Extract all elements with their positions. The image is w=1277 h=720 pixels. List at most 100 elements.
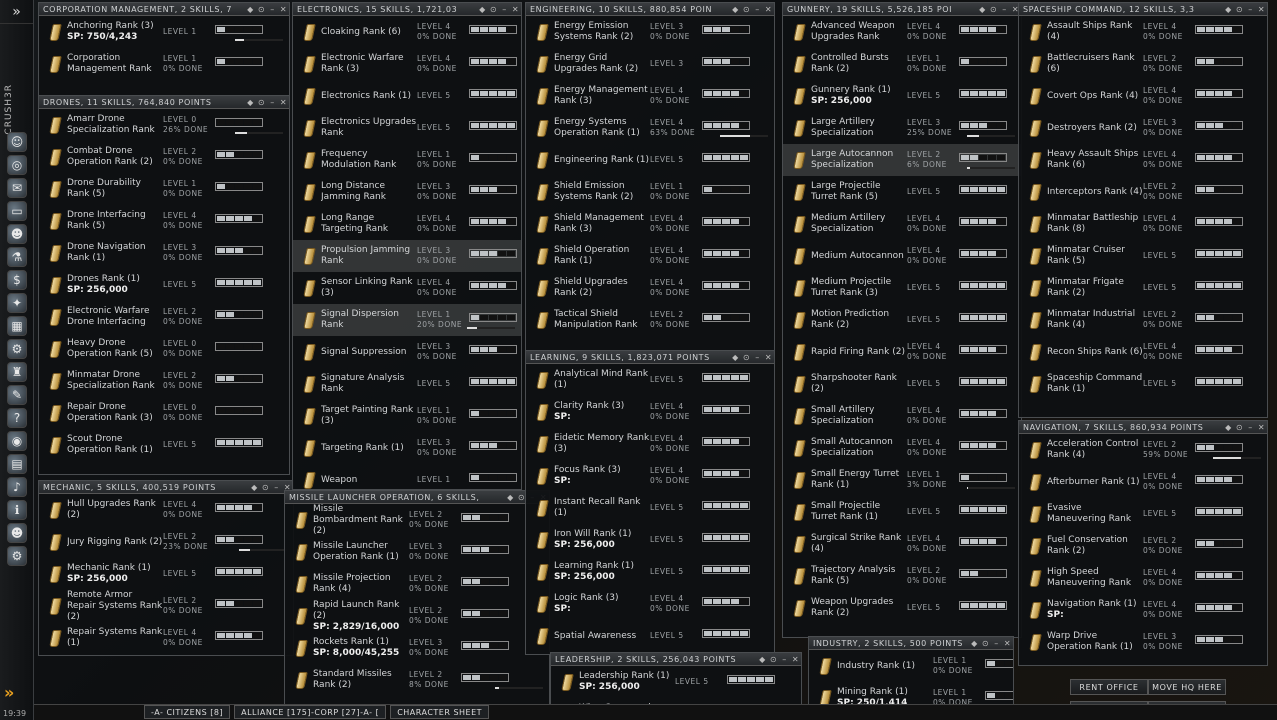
close-icon[interactable]: ✕ [278, 4, 289, 15]
skill-row[interactable]: Logic Rank (3) SP: LEVEL 4 0% DONE [526, 588, 774, 620]
skill-row[interactable]: Afterburner Rank (1) LEVEL 4 0% DONE [1019, 466, 1267, 498]
window-header[interactable]: NAVIGATION, 7 SKILLS, 860,934 POINTS ◆ ⊙ – ✕ [1019, 421, 1267, 434]
skill-row[interactable]: Weapon Upgrades Rank (2) LEVEL 5 [783, 592, 1021, 624]
skill-row[interactable]: Controlled Bursts Rank (2) LEVEL 1 0% DONE [783, 48, 1021, 80]
options-icon[interactable]: ⊙ [488, 4, 499, 15]
skill-row[interactable]: Repair Drone Operation Rank (3) LEVEL 0 0%… [39, 397, 289, 429]
options-icon[interactable]: ⊙ [256, 4, 267, 15]
window-header[interactable]: SPACESHIP COMMAND, 12 SKILLS, 3,3 ◆ ⊙ – ✕ [1019, 3, 1267, 16]
window-header[interactable]: CORPORATION MANAGEMENT, 2 SKILLS, 7 ◆ ⊙ – ✕ [39, 3, 289, 16]
skill-row[interactable]: Combat Drone Operation Rank (2) LEVEL 2 0%… [39, 141, 289, 173]
skill-row[interactable]: Drone Interfacing Rank (5) LEVEL 4 0% DONE [39, 205, 289, 237]
info-icon[interactable]: ℹ [7, 500, 27, 520]
skill-row[interactable]: Minmatar Cruiser Rank (5) LEVEL 5 [1019, 240, 1267, 272]
skill-row[interactable]: Rapid Firing Rank (2) LEVEL 4 0% DONE [783, 336, 1021, 368]
help-icon[interactable]: ? [7, 408, 27, 428]
pin-icon[interactable]: ◆ [969, 638, 980, 649]
music-icon[interactable]: ♪ [7, 477, 27, 497]
skill-row[interactable]: Cloaking Rank (6) LEVEL 4 0% DONE [293, 16, 521, 48]
pin-icon[interactable]: ◆ [730, 4, 741, 15]
skill-row[interactable]: Targeting Rank (1) LEVEL 3 0% DONE [293, 432, 521, 464]
skill-row[interactable]: Jury Rigging Rank (2) LEVEL 2 23% DONE [39, 526, 293, 558]
skill-group-window-learning[interactable]: LEARNING, 9 SKILLS, 1,823,071 POINTS ◆ ⊙ – ✕… [525, 350, 775, 655]
skill-row[interactable]: Instant Recall Rank (1) LEVEL 5 [526, 492, 774, 524]
taskbar-citizens-chat[interactable]: -A- CITIZENS [8] [144, 705, 231, 719]
skill-row[interactable]: Heavy Assault Ships Rank (6) LEVEL 4 0% DO… [1019, 144, 1267, 176]
minimize-icon[interactable]: – [499, 4, 510, 15]
close-icon[interactable]: ✕ [790, 654, 801, 665]
window-header[interactable]: LEADERSHIP, 2 SKILLS, 256,043 POINTS ◆ ⊙ – ✕ [551, 653, 801, 666]
expand-arrows-icon[interactable]: » [4, 683, 14, 702]
skill-group-window-drones[interactable]: DRONES, 11 SKILLS, 764,840 POINTS ◆ ⊙ – ✕ Ama… [38, 95, 290, 475]
skill-row[interactable]: Small Energy Turret Rank (1) LEVEL 1 3% DO… [783, 464, 1021, 496]
skill-group-window-spaceship-command[interactable]: SPACESHIP COMMAND, 12 SKILLS, 3,3 ◆ ⊙ – ✕ Ass… [1018, 2, 1268, 418]
window-header[interactable]: DRONES, 11 SKILLS, 764,840 POINTS ◆ ⊙ – ✕ [39, 96, 289, 109]
skill-row[interactable]: Battlecruisers Rank (6) LEVEL 2 0% DONE [1019, 48, 1267, 80]
skill-row[interactable]: Missile Launcher Operation Rank (1) LEVEL… [285, 536, 549, 568]
skill-row[interactable]: Spaceship Command Rank (1) LEVEL 5 [1019, 368, 1267, 400]
pin-icon[interactable]: ◆ [505, 492, 516, 503]
window-header[interactable]: ELECTRONICS, 15 SKILLS, 1,721,03 ◆ ⊙ – ✕ [293, 3, 521, 16]
pin-icon[interactable]: ◆ [757, 654, 768, 665]
mail-icon[interactable]: ✉ [7, 178, 27, 198]
skill-row[interactable]: Shield Operation Rank (1) LEVEL 4 0% DONE [526, 240, 774, 272]
skill-row[interactable]: Interceptors Rank (4) LEVEL 2 0% DONE [1019, 176, 1267, 208]
options-icon[interactable]: ⊙ [256, 97, 267, 108]
skill-row[interactable]: Energy Management Rank (3) LEVEL 4 0% DONE [526, 80, 774, 112]
pin-icon[interactable]: ◆ [245, 97, 256, 108]
skill-row[interactable]: Signal Dispersion Rank LEVEL 1 20% DONE [293, 304, 521, 336]
skill-row[interactable]: Target Painting Rank (3) LEVEL 1 0% DONE [293, 400, 521, 432]
close-icon[interactable]: ✕ [1002, 638, 1013, 649]
skill-row[interactable]: Minmatar Battleship Rank (8) LEVEL 4 0% DO… [1019, 208, 1267, 240]
skill-row[interactable]: Long Distance Jamming Rank LEVEL 3 0% DONE [293, 176, 521, 208]
skill-row[interactable]: Shield Upgrades Rank (2) LEVEL 4 0% DONE [526, 272, 774, 304]
skill-row[interactable]: Corporation Management Rank LEVEL 1 0% DON… [39, 48, 289, 80]
skill-row[interactable]: Medium Artillery Specialization LEVEL 4 0%… [783, 208, 1021, 240]
skill-row[interactable]: Hull Upgrades Rank (2) LEVEL 4 0% DONE [39, 494, 293, 526]
skill-row[interactable]: Rapid Launch Rank (2) SP: 2,829/16,000 LEV… [285, 600, 549, 632]
pin-icon[interactable]: ◆ [477, 4, 488, 15]
skill-row[interactable]: Gunnery Rank (1) SP: 256,000 LEVEL 5 [783, 80, 1021, 112]
skill-row[interactable]: Repair Systems Rank (1) LEVEL 4 0% DONE [39, 622, 293, 654]
skill-row[interactable]: Small Projectile Turret Rank (1) LEVEL 5 [783, 496, 1021, 528]
skill-row[interactable]: Medium Autocannon LEVEL 4 0% DONE [783, 240, 1021, 272]
skill-row[interactable]: Minmatar Drone Specialization Rank LEVEL … [39, 365, 289, 397]
skill-row[interactable]: Energy Emission Systems Rank (2) LEVEL 30… [526, 16, 774, 48]
pin-icon[interactable]: ◆ [249, 482, 260, 493]
science-icon[interactable]: ⚗ [7, 247, 27, 267]
skill-group-window-electronics[interactable]: ELECTRONICS, 15 SKILLS, 1,721,03 ◆ ⊙ – ✕ Cloa… [292, 2, 522, 490]
portrait-icon[interactable]: ☺ [7, 132, 27, 152]
planet-icon[interactable]: ◉ [7, 431, 27, 451]
skill-row[interactable]: Mechanic Rank (1) SP: 256,000 LEVEL 5 [39, 558, 293, 590]
skill-row[interactable]: Eidetic Memory Rank (3) LEVEL 4 0% DONE [526, 428, 774, 460]
people-icon[interactable]: ☻ [7, 224, 27, 244]
options-icon[interactable]: ⊙ [980, 638, 991, 649]
skill-row[interactable]: Learning Rank (1) SP: 256,000 LEVEL 5 [526, 556, 774, 588]
skill-row[interactable]: Focus Rank (3) SP: LEVEL 4 0% DONE [526, 460, 774, 492]
map-icon[interactable]: ◎ [7, 155, 27, 175]
window-header[interactable]: LEARNING, 9 SKILLS, 1,823,071 POINTS ◆ ⊙ – ✕ [526, 351, 774, 364]
minimize-icon[interactable]: – [1245, 4, 1256, 15]
options-icon[interactable]: ⊙ [768, 654, 779, 665]
minimize-icon[interactable]: – [752, 352, 763, 363]
pin-icon[interactable]: ◆ [977, 4, 988, 15]
minimize-icon[interactable]: – [752, 4, 763, 15]
skill-row[interactable]: Medium Projectile Turret Rank (3) LEVEL 5 [783, 272, 1021, 304]
journal-icon[interactable]: ▤ [7, 454, 27, 474]
skill-row[interactable]: Standard Missiles Rank (2) LEVEL 2 8% DONE [285, 664, 549, 696]
skill-row[interactable]: Remote Armor Repair Systems Rank (2) LEVE… [39, 590, 293, 622]
options-icon[interactable]: ⊙ [260, 482, 271, 493]
skill-row[interactable]: Propulsion Jamming Rank LEVEL 3 0% DONE [293, 240, 521, 272]
close-icon[interactable]: ✕ [278, 97, 289, 108]
skill-row[interactable]: Signature Analysis Rank LEVEL 5 [293, 368, 521, 400]
move-hq-button[interactable]: MOVE HQ HERE [1148, 679, 1226, 695]
skill-row[interactable]: Electronics Upgrades Rank LEVEL 5 [293, 112, 521, 144]
rent-office-button[interactable]: RENT OFFICE [1070, 679, 1148, 695]
skill-row[interactable]: Scout Drone Operation Rank (1) LEVEL 5 [39, 429, 289, 461]
skill-row[interactable]: Minmatar Frigate Rank (2) LEVEL 5 [1019, 272, 1267, 304]
skill-row[interactable]: Drones Rank (1) SP: 256,000 LEVEL 5 [39, 269, 289, 301]
skill-row[interactable]: Long Range Targeting Rank LEVEL 4 0% DONE [293, 208, 521, 240]
skill-row[interactable]: Analytical Mind Rank (1) LEVEL 5 [526, 364, 774, 396]
skill-row[interactable]: Small Artillery Specialization LEVEL 4 0% … [783, 400, 1021, 432]
skill-row[interactable]: Drone Navigation Rank (1) LEVEL 3 0% DONE [39, 237, 289, 269]
